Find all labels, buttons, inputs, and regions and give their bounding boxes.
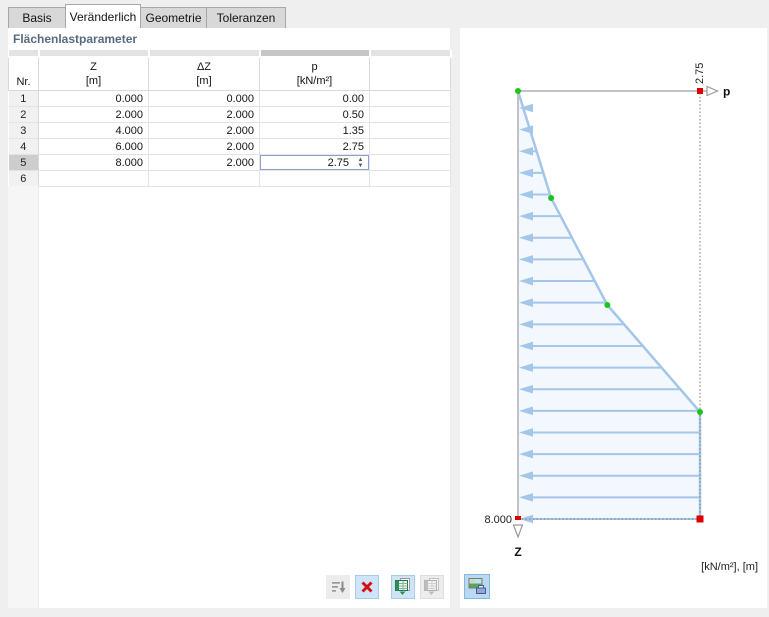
col-header-dz[interactable]: ΔZ [m] <box>148 57 260 91</box>
sort-rows-icon <box>332 581 346 593</box>
table-cell-extra[interactable] <box>369 122 451 139</box>
strip-corner[interactable] <box>8 50 40 58</box>
table-row: 5 8.000 2.000 2.75 ▲ ▼ <box>8 154 451 171</box>
table-cell[interactable]: 6.000 <box>38 138 149 155</box>
table-toolbar <box>321 575 444 599</box>
excel-export-icon <box>424 578 439 595</box>
strip-col-extra[interactable] <box>369 50 452 58</box>
table-cell[interactable]: 0.50 <box>259 106 370 123</box>
row-header[interactable]: 6 <box>8 170 39 187</box>
spinner-down-icon[interactable]: ▼ <box>358 163 364 169</box>
table-row: 3 4.000 2.000 1.35 <box>8 122 451 139</box>
svg-text:2.75: 2.75 <box>694 63 706 84</box>
table-cell[interactable]: 2.000 <box>148 106 260 123</box>
table-cell[interactable]: 8.000 <box>38 154 149 171</box>
col-header-z[interactable]: Z [m] <box>38 57 149 91</box>
svg-text:8.000: 8.000 <box>484 514 512 526</box>
table-cell[interactable]: 0.000 <box>148 90 260 107</box>
load-diagram: p Z 2.75 8.000 [kN/m²], [m] <box>484 63 758 573</box>
table-cell[interactable]: 1.35 <box>259 122 370 139</box>
table-cell[interactable]: 0.00 <box>259 90 370 107</box>
surface-load-parameters-panel: Flächenlastparameter Nr. Z [m] ΔZ [m] p … <box>8 28 452 608</box>
tab-bar: Basis Veränderlich Geometrie Toleranzen <box>8 4 286 28</box>
table-row: 6 <box>8 170 451 187</box>
cell-spinner[interactable]: ▲ ▼ <box>355 155 366 170</box>
tab-veraenderlich[interactable]: Veränderlich <box>65 4 141 28</box>
table-row: 4 6.000 2.000 2.75 <box>8 138 451 155</box>
table-cell[interactable] <box>259 170 370 187</box>
table-cell[interactable]: 2.000 <box>148 154 260 171</box>
sort-rows-button[interactable] <box>326 575 350 599</box>
row-header[interactable]: 4 <box>8 138 39 155</box>
row-header[interactable]: 1 <box>8 90 39 107</box>
selected-cell-value: 2.75 <box>327 156 349 169</box>
row-header[interactable]: 3 <box>8 122 39 139</box>
table-cell-extra[interactable] <box>369 154 451 171</box>
row-header[interactable]: 5 <box>8 154 39 171</box>
svg-text:p: p <box>723 85 730 99</box>
row-header[interactable]: 2 <box>8 106 39 123</box>
table-cell[interactable]: 2.75 ▲ ▼ <box>259 154 370 171</box>
table-row: 2 2.000 2.000 0.50 <box>8 106 451 123</box>
print-graphic-button[interactable] <box>464 574 490 599</box>
svg-text:[kN/m²], [m]: [kN/m²], [m] <box>701 561 758 573</box>
table-cell[interactable]: 2.75 <box>259 138 370 155</box>
table-cell-extra[interactable] <box>369 90 451 107</box>
strip-col-z[interactable] <box>38 50 150 58</box>
tab-toleranzen[interactable]: Toleranzen <box>206 7 286 28</box>
table-row: 1 0.000 0.000 0.00 <box>8 90 451 107</box>
tab-basis[interactable]: Basis <box>8 7 66 28</box>
delete-rows-button[interactable] <box>355 575 379 599</box>
print-graphic-icon <box>468 578 486 594</box>
tab-geometrie[interactable]: Geometrie <box>140 7 207 28</box>
section-title: Flächenlastparameter <box>13 32 138 46</box>
load-diagram-panel: p Z 2.75 8.000 [kN/m²], [m] <box>460 28 767 608</box>
excel-import-button[interactable] <box>391 575 415 599</box>
table-cell[interactable]: 2.000 <box>148 138 260 155</box>
column-selector-strip <box>8 50 452 58</box>
strip-col-p[interactable] <box>259 50 371 58</box>
table-cell[interactable]: 2.000 <box>148 122 260 139</box>
col-header-extra <box>369 57 451 91</box>
corner-header: Nr. <box>8 57 39 91</box>
table-cell-extra[interactable] <box>369 170 451 187</box>
delete-icon <box>361 581 373 593</box>
svg-text:Z: Z <box>514 545 521 559</box>
excel-export-button <box>420 575 444 599</box>
load-parameters-table: Nr. Z [m] ΔZ [m] p [kN/m²] 1 0.000 0.000 0.… <box>8 50 452 187</box>
table-cell[interactable]: 4.000 <box>38 122 149 139</box>
table-cell-extra[interactable] <box>369 138 451 155</box>
table-cell[interactable] <box>38 170 149 187</box>
excel-import-icon <box>395 578 410 595</box>
table-cell[interactable] <box>148 170 260 187</box>
table-header-row: Nr. Z [m] ΔZ [m] p [kN/m²] <box>8 57 451 91</box>
strip-col-dz[interactable] <box>148 50 261 58</box>
table-cell-extra[interactable] <box>369 106 451 123</box>
table-cell[interactable]: 0.000 <box>38 90 149 107</box>
row-header-column-tail <box>8 186 39 608</box>
table-cell[interactable]: 2.000 <box>38 106 149 123</box>
col-header-p[interactable]: p [kN/m²] <box>259 57 370 91</box>
